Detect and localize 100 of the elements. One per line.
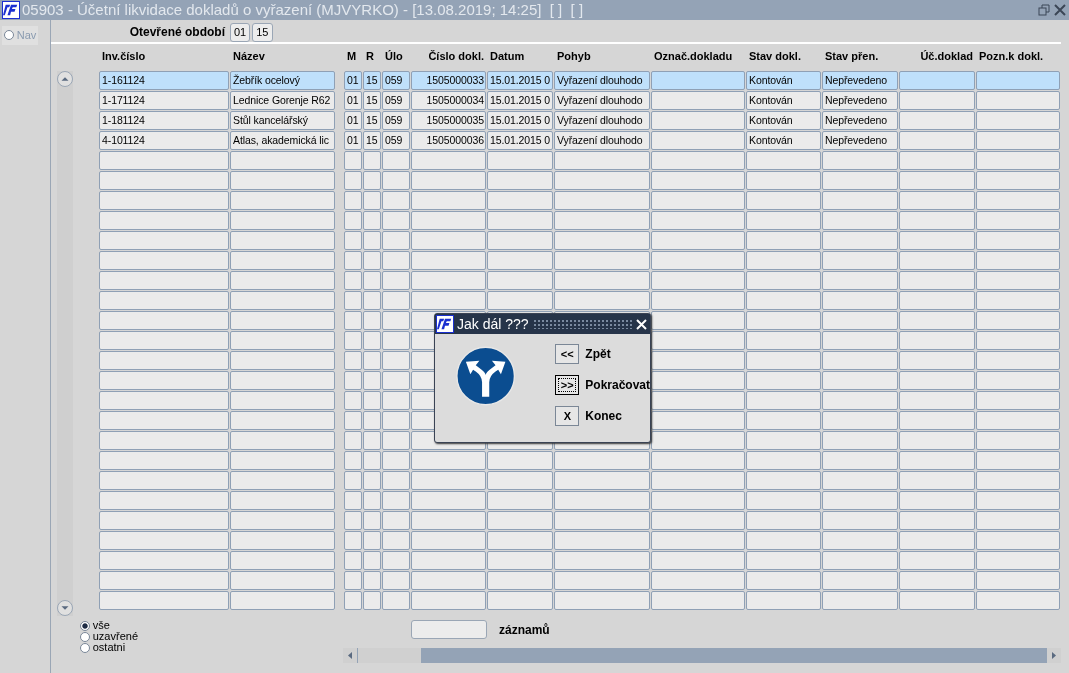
filter-radio[interactable]: ostatni (80, 642, 126, 653)
scroll-right-icon[interactable] (1047, 648, 1061, 663)
table-cell (363, 511, 381, 530)
table-cell (487, 551, 553, 570)
app-logo-icon (2, 1, 20, 19)
table-cell (344, 151, 362, 170)
period-label: Otevřené období (128, 24, 225, 41)
table-cell (382, 251, 410, 270)
table-cell (382, 391, 410, 410)
column-header: Název (232, 49, 266, 64)
period-year-field[interactable]: 15 (252, 22, 273, 42)
scroll-up-icon[interactable] (57, 71, 73, 87)
table-cell (344, 391, 362, 410)
table-cell (487, 511, 553, 530)
table-cell (382, 371, 410, 390)
dialog-button[interactable]: >> (555, 375, 580, 395)
table-cell (382, 551, 410, 570)
table-cell: 059 (382, 111, 410, 130)
table-cell: 15.01.2015 0 (487, 71, 553, 90)
table-cell: Kontován (746, 131, 821, 150)
table-cell: 15 (363, 71, 381, 90)
table-cell (363, 491, 381, 510)
table-cell (487, 591, 553, 610)
table-cell (487, 271, 553, 290)
table-cell: 4-101124 (99, 131, 229, 150)
table-cell (363, 571, 381, 590)
column-header: Úč.doklad (919, 49, 974, 64)
table-cell: Vyřazení dlouhodo (554, 111, 650, 130)
dialog-button-label: Pokračovat (585, 377, 650, 394)
scroll-left-icon[interactable] (343, 648, 357, 663)
table-cell (344, 231, 362, 250)
table-cell (382, 491, 410, 510)
table-cell (382, 291, 410, 310)
scrollbar-thumb[interactable] (358, 648, 421, 663)
table-cell (487, 171, 553, 190)
table-cell (344, 171, 362, 190)
table-cell (344, 571, 362, 590)
table-cell (344, 371, 362, 390)
table-cell (363, 351, 381, 370)
table-cell (487, 531, 553, 550)
table-cell: 1505000034 (411, 91, 486, 110)
table-cell (382, 511, 410, 530)
table-cell (363, 391, 381, 410)
table-cell: Vyřazení dlouhodo (554, 71, 650, 90)
filter-radio[interactable]: vše (80, 620, 110, 631)
dialog-title: Jak dál ??? (457, 315, 529, 334)
table-cell (363, 331, 381, 350)
table-cell (344, 451, 362, 470)
table-cell: 059 (382, 131, 410, 150)
column-header: Stav přen. (824, 49, 880, 64)
restore-icon[interactable] (1038, 4, 1050, 16)
scroll-down-icon[interactable] (57, 600, 73, 616)
table-cell (344, 591, 362, 610)
period-month-field[interactable]: 01 (230, 22, 251, 42)
dialog-button[interactable]: << (555, 344, 580, 364)
table-cell (382, 431, 410, 450)
column-header: Datum (489, 49, 526, 64)
table-cell (382, 591, 410, 610)
column-header: Pozn.k dokl. (978, 49, 1045, 64)
table-cell (382, 211, 410, 230)
table-cell (363, 211, 381, 230)
table-cell (487, 451, 553, 470)
table-cell: 01 (344, 111, 362, 130)
column-header: Pohyb (556, 49, 592, 64)
table-cell (344, 211, 362, 230)
dialog-button[interactable]: X (555, 406, 580, 426)
table-cell: 15 (363, 111, 381, 130)
table-cell (487, 491, 553, 510)
table-cell (363, 371, 381, 390)
dialog-button-label: Konec (585, 408, 622, 425)
table-cell (363, 431, 381, 450)
table-cell: 01 (344, 71, 362, 90)
table-cell (344, 471, 362, 490)
table-cell: 01 (344, 131, 362, 150)
horizontal-scrollbar[interactable] (343, 648, 1061, 663)
table-cell (487, 191, 553, 210)
table-cell (344, 511, 362, 530)
table-cell: Kontován (746, 91, 821, 110)
filter-radio[interactable]: uzavřené (80, 631, 138, 642)
table-cell (363, 311, 381, 330)
table-cell: Kontován (746, 111, 821, 130)
table-cell: 15.01.2015 0 (487, 91, 553, 110)
table-cell (344, 191, 362, 210)
table-cell (382, 471, 410, 490)
table-cell (487, 251, 553, 270)
table-cell (363, 151, 381, 170)
app-logo-icon (436, 315, 454, 333)
column-header: M (346, 49, 358, 64)
table-cell (344, 411, 362, 430)
table-cell: Kontován (746, 71, 821, 90)
table-cell (363, 471, 381, 490)
column-header: Stav dokl. (748, 49, 802, 64)
table-cell (363, 591, 381, 610)
table-cell (344, 331, 362, 350)
table-cell: 1505000035 (411, 111, 486, 130)
window-title: 05903 - Účetní likvidace dokladů o vyřazení (MJVYRKO) - [13.08.2019; 14:25] [ ] [ ] (22, 0, 585, 20)
table-cell (487, 471, 553, 490)
table-cell (344, 351, 362, 370)
table-cell (382, 571, 410, 590)
table-cell (382, 171, 410, 190)
